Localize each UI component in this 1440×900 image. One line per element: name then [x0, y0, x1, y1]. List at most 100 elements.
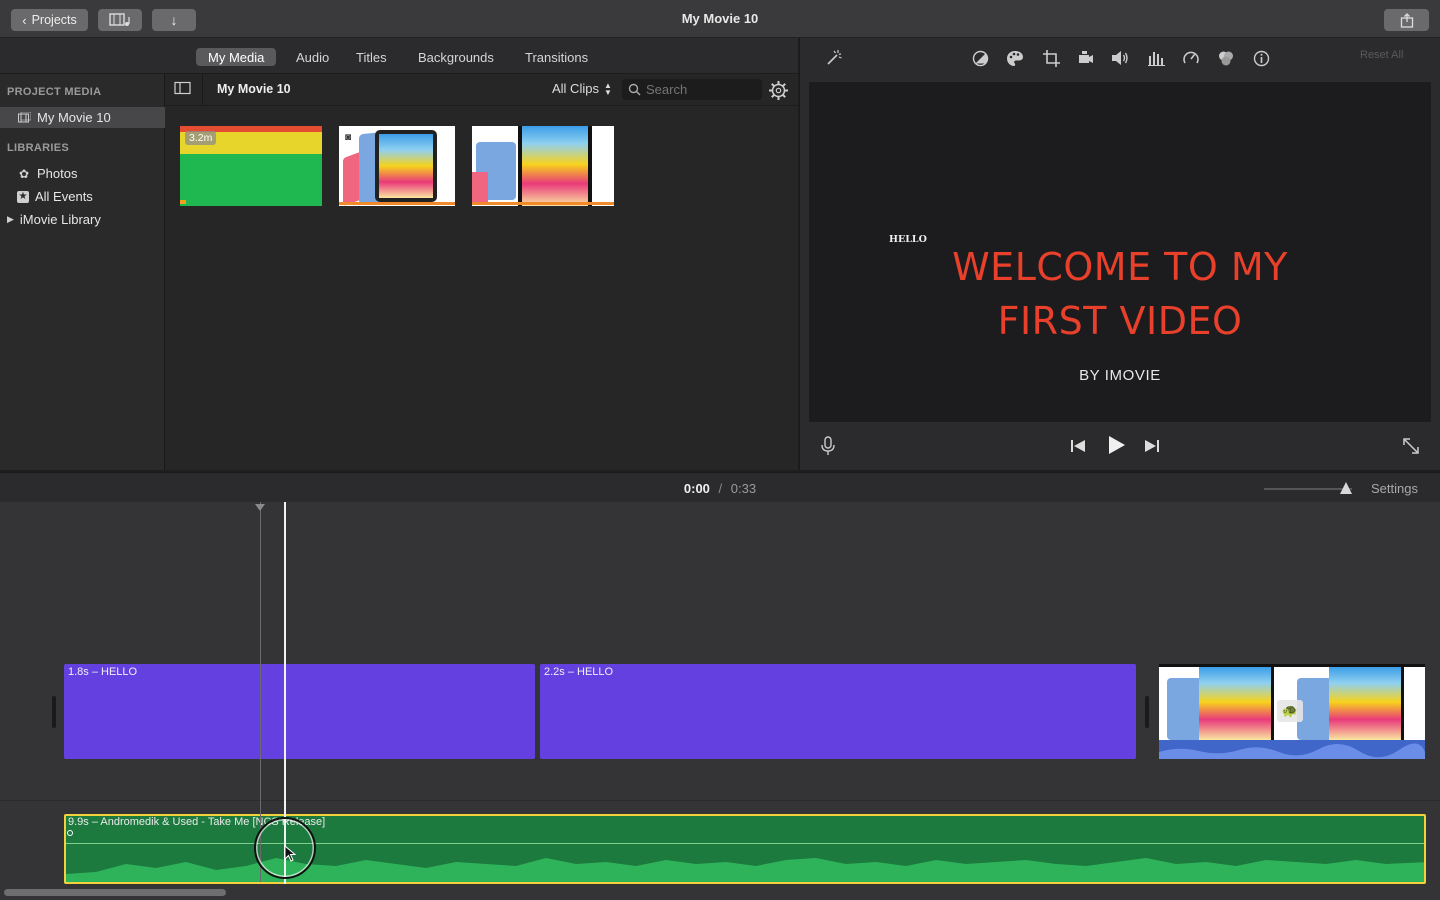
color-correction-button[interactable] — [1005, 48, 1025, 68]
clip-filter-label: All Clips — [552, 81, 599, 96]
equalizer-button[interactable] — [1146, 48, 1166, 68]
viewer-headline: WELCOME TO MY FIRST VIDEO — [809, 240, 1431, 348]
media-browser: My Movie 10 All Clips ▲ ▼ Search 3.2m ◙ — [166, 74, 798, 470]
enhance-button[interactable] — [824, 48, 844, 68]
fade-handle[interactable] — [67, 830, 73, 836]
search-field[interactable] — [622, 79, 762, 100]
timeline-clip-ipad-video[interactable]: 🐢 — [1159, 664, 1425, 759]
toggle-sidebar-button[interactable] — [174, 81, 193, 97]
color-balance-button[interactable] — [970, 48, 990, 68]
photos-icon: ✿ — [18, 166, 30, 181]
sidebar-item-label: All Events — [35, 189, 93, 204]
film-strip-icon — [17, 111, 31, 125]
headline-line-1: WELCOME TO MY — [952, 245, 1288, 289]
search-icon — [628, 83, 641, 96]
viewer-canvas: HELLO WELCOME TO MY FIRST VIDEO BY IMOVI… — [809, 82, 1431, 422]
share-button[interactable] — [1384, 9, 1429, 31]
clip-trim-handle[interactable] — [52, 696, 56, 728]
zoom-slider-thumb[interactable] — [1340, 482, 1352, 494]
clip-used-bar — [339, 202, 455, 205]
clip-audio-waveform — [1159, 743, 1425, 759]
toolbar-divider — [202, 74, 203, 106]
media-clip-title[interactable]: 3.2m — [180, 126, 322, 206]
equalizer-icon — [1147, 52, 1165, 66]
speedometer-icon — [1183, 51, 1199, 64]
media-clip-ipad-video[interactable] — [472, 126, 614, 206]
clip-used-marker — [180, 200, 186, 204]
media-toolbar: My Movie 10 All Clips ▲ ▼ — [166, 74, 798, 106]
turtle-icon: 🐢 — [1277, 700, 1303, 722]
tab-titles[interactable]: Titles — [344, 48, 399, 66]
search-input[interactable] — [646, 82, 756, 97]
skip-back-button[interactable] — [1070, 438, 1090, 456]
speaker-icon — [1112, 51, 1128, 65]
timeline-header: 0:00 / 0:33 Settings — [0, 472, 1440, 502]
expand-icon — [1403, 438, 1419, 454]
frame-ipad-back — [1167, 678, 1203, 740]
voiceover-button[interactable] — [820, 436, 840, 458]
camera-icon: ◙ — [345, 132, 352, 143]
skip-forward-button[interactable] — [1144, 438, 1164, 456]
sidebar-item-label: Photos — [37, 166, 78, 181]
tab-transitions[interactable]: Transitions — [513, 48, 600, 66]
microphone-icon — [821, 436, 835, 455]
filmstrip-frames — [472, 126, 614, 206]
volume-button[interactable] — [1110, 48, 1130, 68]
clip-audio-strip — [1159, 740, 1425, 759]
sidebar-item-photos[interactable]: ✿ Photos — [0, 163, 165, 184]
mouse-pointer-icon — [284, 845, 297, 862]
timeline[interactable]: 1.8s – HELLO 2.2s – HELLO 🐢 9.9s – Andro… — [0, 502, 1440, 900]
tab-audio[interactable]: Audio — [284, 48, 341, 66]
sidebar-item-imovie-library[interactable]: ▶ iMovie Library — [0, 209, 165, 230]
timeline-clip-hello-1[interactable]: 1.8s – HELLO — [64, 664, 535, 759]
filter-circles-icon — [1219, 51, 1233, 65]
tab-backgrounds[interactable]: Backgrounds — [406, 48, 506, 66]
frame-ipad-screen — [1329, 667, 1401, 740]
sidebar-item-all-events[interactable]: ★ All Events — [0, 186, 165, 207]
zoom-slider[interactable] — [1264, 488, 1352, 490]
skip-back-icon — [1071, 440, 1085, 452]
video-camera-icon — [1079, 50, 1093, 63]
media-clip-ipad-photo[interactable]: ◙ — [339, 126, 455, 206]
crop-button[interactable] — [1041, 48, 1061, 68]
frame-divider — [1401, 667, 1404, 740]
updown-chevron-icon: ▲ ▼ — [603, 80, 612, 97]
time-separator: / — [718, 481, 723, 496]
clip-info-button[interactable] — [1251, 48, 1271, 68]
project-media-heading: PROJECT MEDIA — [7, 86, 102, 98]
magic-wand-icon — [827, 50, 842, 65]
disclosure-triangle-icon[interactable]: ▶ — [7, 214, 14, 225]
clip-label: 2.2s – HELLO — [544, 666, 614, 678]
browser-pane: My Media Audio Titles Backgrounds Transi… — [0, 38, 798, 470]
timecode-display: 0:00 / 0:33 — [0, 481, 1440, 496]
timeline-settings-button[interactable]: Settings — [1371, 481, 1418, 496]
clip-label: 1.8s – HELLO — [68, 666, 138, 678]
gear-icon — [769, 81, 788, 100]
tab-my-media[interactable]: My Media — [196, 48, 277, 66]
info-icon — [1253, 50, 1269, 66]
total-time: 0:33 — [730, 481, 757, 496]
play-button[interactable] — [1106, 435, 1130, 457]
skimmer-marker — [255, 504, 265, 511]
viewer-pane: Reset All HELLO WELCOME TO MY FIRST VIDE… — [799, 38, 1440, 470]
fullscreen-button[interactable] — [1402, 437, 1422, 457]
clip-duration-badge: 3.2m — [185, 131, 217, 145]
ipad-screen — [379, 134, 433, 198]
sidebar-item-my-movie[interactable]: My Movie 10 — [0, 107, 165, 128]
viewer-subtitle: BY IMOVIE — [1079, 367, 1161, 384]
browser-settings-button[interactable] — [768, 80, 790, 102]
headline-line-2: FIRST VIDEO — [997, 299, 1243, 343]
reset-all-button[interactable]: Reset All — [1360, 49, 1403, 61]
sidebar-item-label: iMovie Library — [19, 212, 101, 227]
stabilization-button[interactable] — [1076, 48, 1096, 68]
timeline-scrollbar[interactable] — [4, 889, 226, 896]
crop-icon — [1042, 49, 1060, 67]
clip-used-bar — [472, 202, 614, 205]
speed-button[interactable] — [1181, 48, 1201, 68]
clip-filter-select[interactable]: All Clips ▲ ▼ — [552, 81, 612, 96]
clip-filter-button[interactable] — [1216, 48, 1236, 68]
clip-trim-handle[interactable] — [1145, 696, 1149, 728]
timeline-clip-hello-2[interactable]: 2.2s – HELLO — [540, 664, 1136, 759]
skip-forward-icon — [1145, 440, 1159, 452]
star-icon: ★ — [17, 190, 29, 203]
